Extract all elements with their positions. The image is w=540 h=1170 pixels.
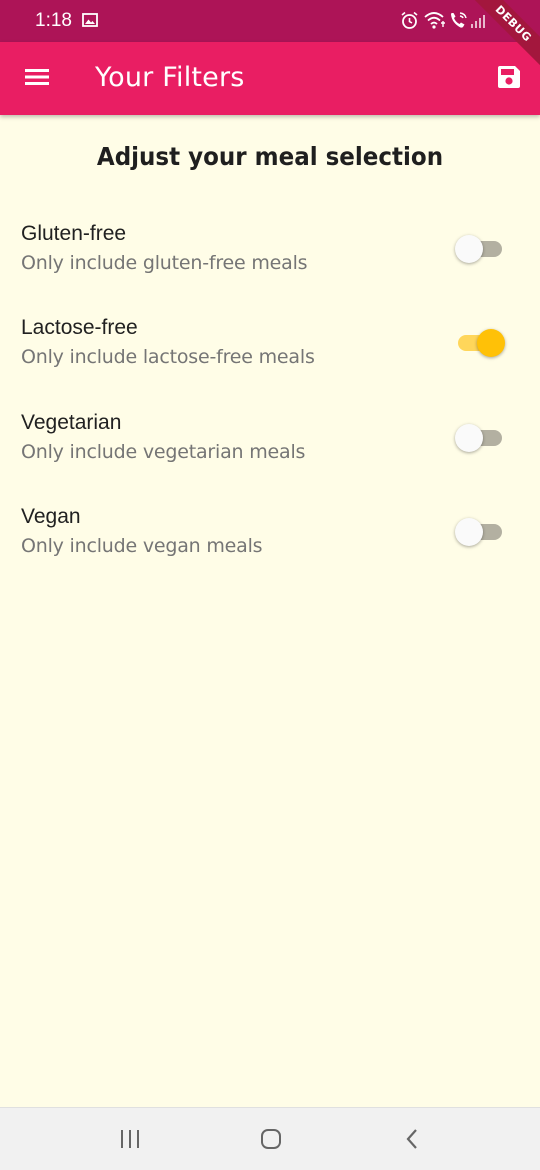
gluten-free-switch[interactable] xyxy=(452,233,508,265)
gallery-icon xyxy=(82,12,98,33)
switch-thumb xyxy=(455,424,483,452)
filter-subtitle: Only include vegetarian meals xyxy=(21,441,306,463)
save-button[interactable] xyxy=(486,56,532,102)
alarm-icon xyxy=(400,11,419,35)
call-icon xyxy=(449,11,469,35)
back-icon[interactable] xyxy=(402,1127,422,1156)
filter-title: Vegetarian xyxy=(21,411,122,434)
switch-thumb xyxy=(455,235,483,263)
filter-title: Gluten-free xyxy=(21,222,127,245)
status-bar: 1:18 xyxy=(0,0,540,42)
app-bar: Your Filters xyxy=(0,42,540,115)
vegetarian-switch[interactable] xyxy=(452,422,508,454)
filter-title: Lactose-free xyxy=(21,316,138,339)
recents-icon[interactable] xyxy=(118,1128,142,1155)
filter-subtitle: Only include vegan meals xyxy=(21,535,263,557)
save-icon xyxy=(496,64,522,95)
filter-subtitle: Only include gluten-free meals xyxy=(21,252,308,274)
vegan-switch[interactable] xyxy=(452,516,508,548)
filter-subtitle: Only include lactose-free meals xyxy=(21,346,315,368)
section-heading: Adjust your meal selection xyxy=(96,142,444,171)
filter-gluten-free[interactable]: Gluten-free Only include gluten-free mea… xyxy=(0,222,540,312)
system-nav-bar xyxy=(0,1107,540,1170)
lactose-free-switch[interactable] xyxy=(452,327,508,359)
filter-vegetarian[interactable]: Vegetarian Only include vegetarian meals xyxy=(0,411,540,501)
menu-button[interactable] xyxy=(14,56,60,102)
menu-icon xyxy=(24,67,50,92)
wifi-icon xyxy=(424,11,446,34)
switch-thumb xyxy=(477,329,505,357)
switch-thumb xyxy=(455,518,483,546)
filter-title: Vegan xyxy=(21,505,81,528)
status-time: 1:18 xyxy=(35,10,72,31)
filter-vegan[interactable]: Vegan Only include vegan meals xyxy=(0,505,540,595)
signal-icon xyxy=(470,13,486,34)
page-title: Your Filters xyxy=(95,62,245,93)
filter-lactose-free[interactable]: Lactose-free Only include lactose-free m… xyxy=(0,316,540,406)
home-icon[interactable] xyxy=(259,1127,283,1156)
